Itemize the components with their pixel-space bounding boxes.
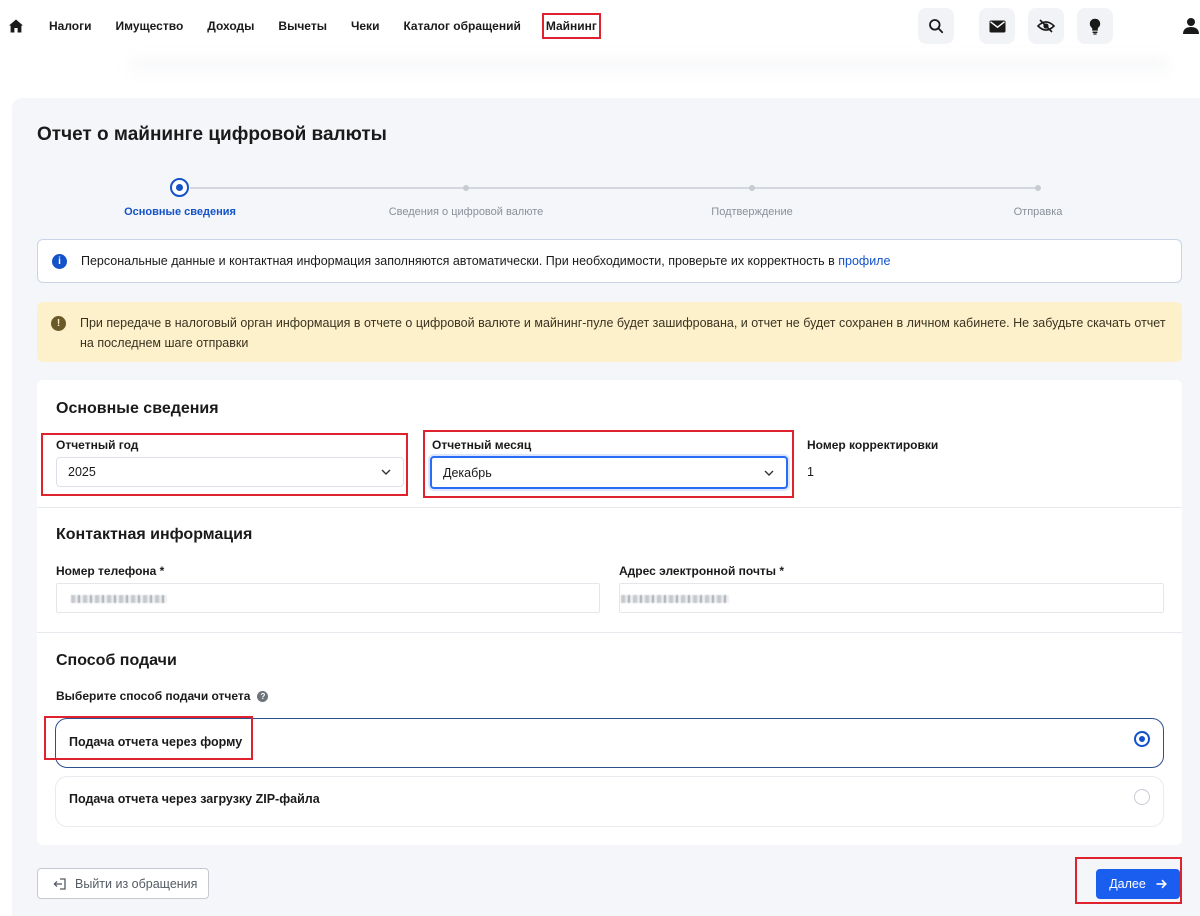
help-icon[interactable]: ?	[257, 691, 269, 702]
correction-number-label: Номер корректировки	[807, 438, 939, 452]
radio-selected-icon[interactable]	[1134, 731, 1150, 747]
search-button[interactable]	[918, 8, 954, 44]
correction-number-value: 1	[807, 465, 814, 479]
submission-question: Выберите способ подачи отчета?	[56, 689, 269, 703]
search-icon	[929, 19, 944, 34]
email-value-redacted	[621, 595, 729, 603]
highlight-form-submission	[44, 716, 253, 760]
exit-icon	[53, 877, 66, 890]
info-icon: i	[52, 253, 67, 269]
nav-menu: Налоги Имущество Доходы Вычеты Чеки Ката…	[37, 0, 601, 52]
tips-button[interactable]	[1077, 8, 1113, 44]
highlight-reporting-month	[423, 430, 794, 498]
nav-item-requests-catalog[interactable]: Каталог обращений	[391, 0, 532, 52]
nav-item-income[interactable]: Доходы	[195, 0, 266, 52]
step-label-sending: Отправка	[1013, 206, 1063, 218]
page-title: Отчет о майнинге цифровой валюты	[37, 124, 387, 145]
radio-unselected-icon[interactable]	[1134, 789, 1150, 805]
section-divider	[37, 507, 1182, 508]
phone-label: Номер телефона *	[56, 564, 165, 578]
basic-info-heading: Основные сведения	[56, 400, 219, 417]
warning-alert-line-2: на последнем шаге отправки	[80, 336, 249, 350]
phone-value-redacted	[71, 595, 167, 603]
contact-info-heading: Контактная информация	[56, 526, 253, 543]
email-field[interactable]	[619, 583, 1164, 613]
option-zip-submission-label: Подача отчета через загрузку ZIP-файла	[69, 792, 320, 806]
envelope-icon	[989, 20, 1005, 32]
nav-item-property[interactable]: Имущество	[104, 0, 196, 52]
warning-icon: !	[51, 316, 66, 331]
step-label-currency-info: Сведения о цифровой валюте	[388, 206, 544, 218]
messages-button[interactable]	[979, 8, 1015, 44]
eye-hidden-icon	[1037, 19, 1055, 33]
step-label-basic-info: Основные сведения	[124, 206, 236, 218]
nav-item-taxes[interactable]: Налоги	[37, 0, 104, 52]
nav-item-mining[interactable]: Майнинг	[541, 13, 601, 39]
highlight-next-button	[1075, 857, 1182, 904]
header-shadow	[130, 58, 1170, 80]
submission-question-text: Выберите способ подачи отчета	[56, 689, 251, 703]
phone-field[interactable]	[56, 583, 600, 613]
home-icon[interactable]	[8, 18, 24, 34]
highlight-reporting-year	[41, 433, 408, 496]
step-marker-2	[463, 185, 469, 191]
option-zip-submission[interactable]: Подача отчета через загрузку ZIP-файла	[55, 776, 1164, 827]
stepper-track	[190, 187, 1038, 189]
step-marker-4	[1035, 185, 1041, 191]
warning-alert-line-1: При передаче в налоговый орган информаци…	[80, 316, 1166, 330]
visibility-button[interactable]	[1028, 8, 1064, 44]
lightbulb-icon	[1089, 18, 1101, 35]
exit-request-button[interactable]: Выйти из обращения	[37, 868, 209, 899]
profile-link[interactable]: профиле	[838, 254, 890, 268]
info-alert: i Персональные данные и контактная инфор…	[37, 239, 1182, 283]
submission-method-heading: Способ подачи	[56, 652, 177, 669]
nav-item-receipts[interactable]: Чеки	[339, 0, 392, 52]
step-label-confirmation: Подтверждение	[711, 206, 793, 218]
section-divider	[37, 632, 1182, 633]
user-icon[interactable]	[1182, 17, 1200, 35]
warning-alert: ! При передаче в налоговый орган информа…	[37, 302, 1182, 362]
exit-request-label: Выйти из обращения	[75, 876, 198, 891]
step-active-marker	[170, 178, 189, 197]
step-marker-3	[749, 185, 755, 191]
email-label: Адрес электронной почты *	[619, 564, 785, 578]
info-alert-message: Персональные данные и контактная информа…	[81, 254, 839, 268]
info-alert-text: Персональные данные и контактная информа…	[81, 254, 890, 268]
top-navigation: Налоги Имущество Доходы Вычеты Чеки Ката…	[0, 0, 1200, 52]
nav-item-deductions[interactable]: Вычеты	[266, 0, 339, 52]
